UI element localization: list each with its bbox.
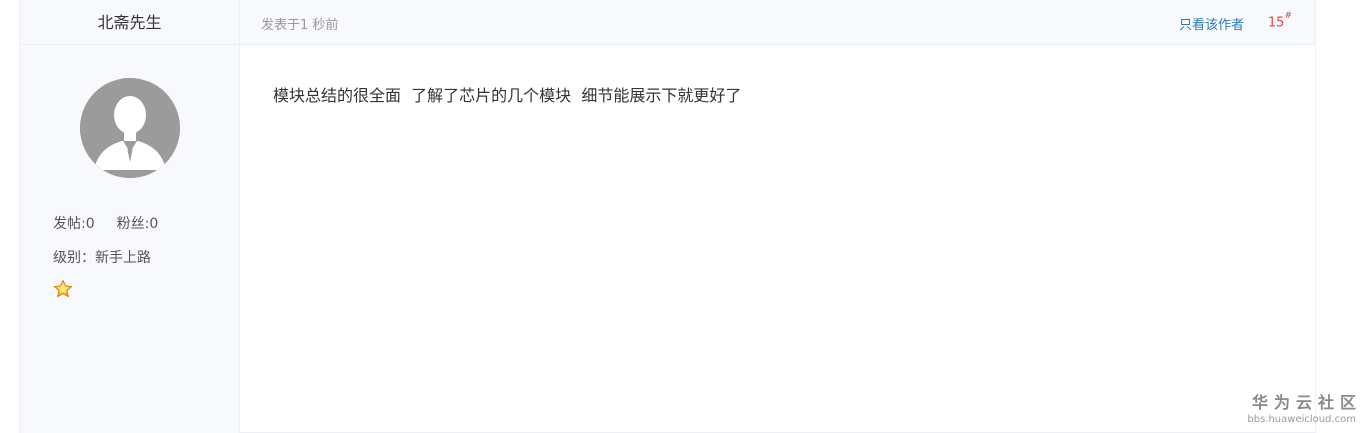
post-time: 发表于1 秒前 [261,18,339,33]
watermark-url: bbs.huaweicloud.com [1247,414,1356,425]
post-count[interactable]: 发帖:0 [53,216,95,232]
author-level: 级别：新手上路 [53,250,151,266]
fan-count[interactable]: 粉丝:0 [117,216,159,232]
author-sidebar: 北斋先生 发帖:0 粉丝:0 级别：新手上路 [20,0,240,433]
only-author-link[interactable]: 只看该作者 [1179,14,1244,33]
floor-mark: # [1284,11,1292,21]
author-stats: 发帖:0 粉丝:0 [53,213,158,233]
default-user-avatar-icon [80,78,180,178]
author-name[interactable]: 北斋先生 [20,0,239,45]
forum-post: 北斋先生 发帖:0 粉丝:0 级别：新手上路 发表于1 秒前 只看该作者 15#… [19,0,1316,433]
avatar[interactable] [80,78,180,178]
floor-number-value: 15 [1267,15,1285,31]
post-body-text: 模块总结的很全面 了解了芯片的几个模块 细节能展示下就更好了 [273,86,742,105]
watermark-title: 华为云社区 [1251,393,1362,412]
post-meta-bar: 发表于1 秒前 只看该作者 15# [240,0,1315,45]
post-content: 发表于1 秒前 只看该作者 15# 模块总结的很全面 了解了芯片的几个模块 细节… [240,0,1315,433]
floor-number[interactable]: 15# [1267,11,1292,31]
star-badge-icon [53,279,73,299]
watermark: 华为云社区 bbs.huaweicloud.com [1247,389,1356,425]
